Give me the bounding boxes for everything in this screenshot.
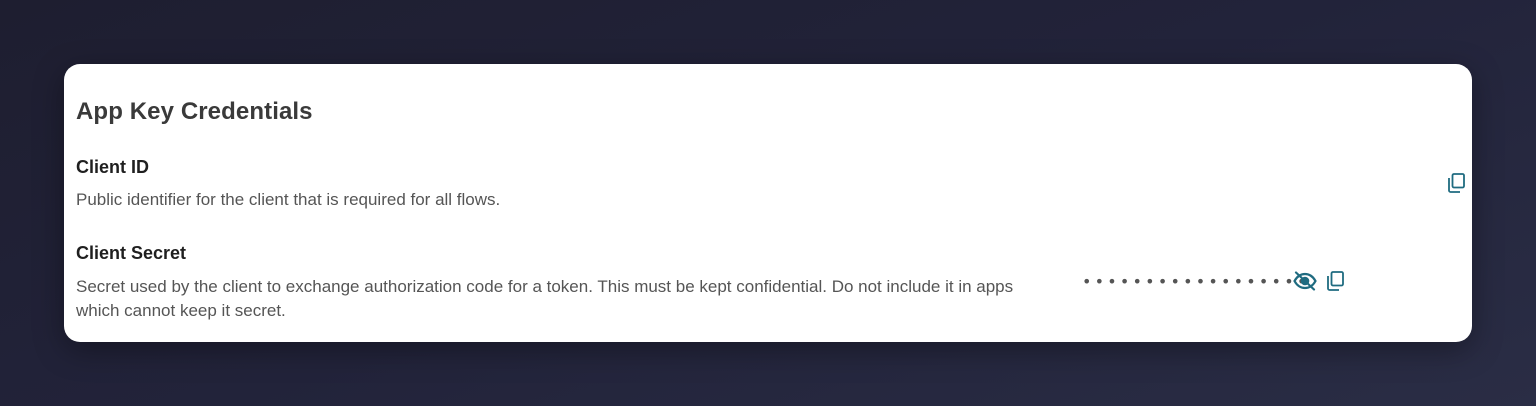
copy-icon [1448, 173, 1465, 193]
copy-client-secret-button[interactable] [1324, 270, 1346, 292]
client-secret-description: Secret used by the client to exchange au… [76, 277, 1014, 320]
client-secret-title: Client Secret [76, 243, 187, 263]
card-title: App Key Credentials [76, 98, 313, 125]
eye-off-icon [1293, 271, 1317, 291]
client-id-title: Client ID [76, 157, 150, 177]
credentials-card: App Key Credentials Client ID Public ide… [64, 64, 1472, 342]
copy-client-id-button[interactable] [1445, 172, 1467, 194]
toggle-secret-visibility-button[interactable] [1292, 270, 1318, 292]
client-id-description: Public identifier for the client that is… [76, 190, 501, 209]
copy-icon [1327, 271, 1344, 291]
client-secret-masked-value: •••••••••••••••••• [1082, 271, 1310, 291]
